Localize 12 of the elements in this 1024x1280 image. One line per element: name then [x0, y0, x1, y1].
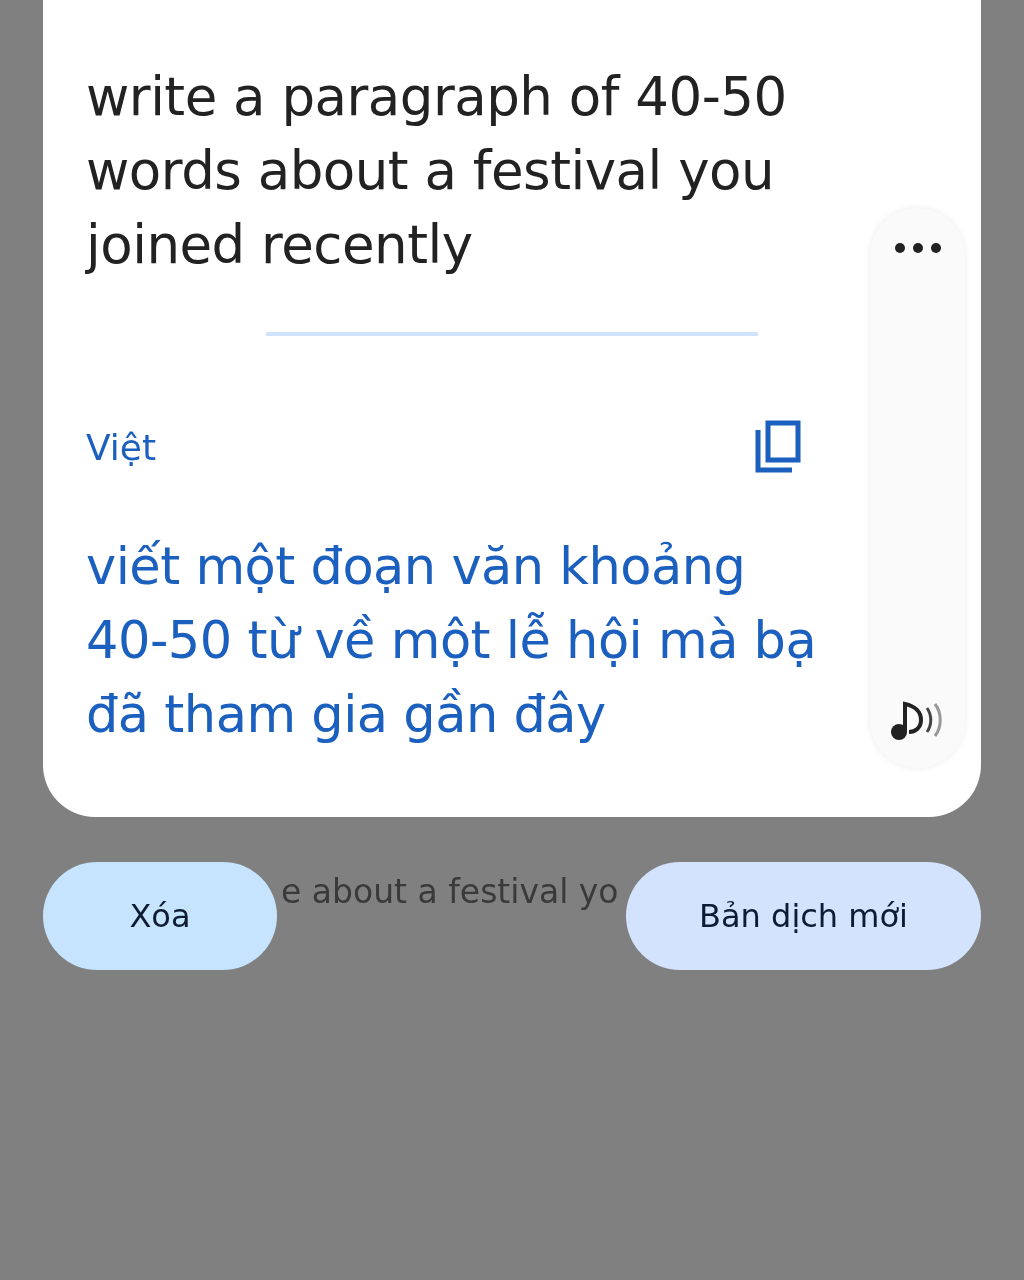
source-text-line: words about a festival you — [86, 139, 774, 203]
language-label: Việt — [86, 426, 157, 468]
copy-icon[interactable] — [754, 420, 802, 474]
more-icon[interactable] — [893, 242, 942, 254]
new-translation-button[interactable]: Bản dịch mới — [626, 862, 981, 970]
translation-text-line: đã tham gia gần đây — [86, 684, 606, 746]
clear-button[interactable]: Xóa — [43, 862, 277, 970]
source-text-line: joined recently — [86, 213, 473, 277]
source-text-line: write a paragraph of 40-50 — [86, 65, 787, 129]
background-text: e about a festival yo — [281, 872, 619, 911]
translation-text-line: 40-50 từ về một lễ hội mà bạ — [86, 610, 817, 672]
translation-text-line: viết một đoạn văn khoảng — [86, 536, 746, 598]
